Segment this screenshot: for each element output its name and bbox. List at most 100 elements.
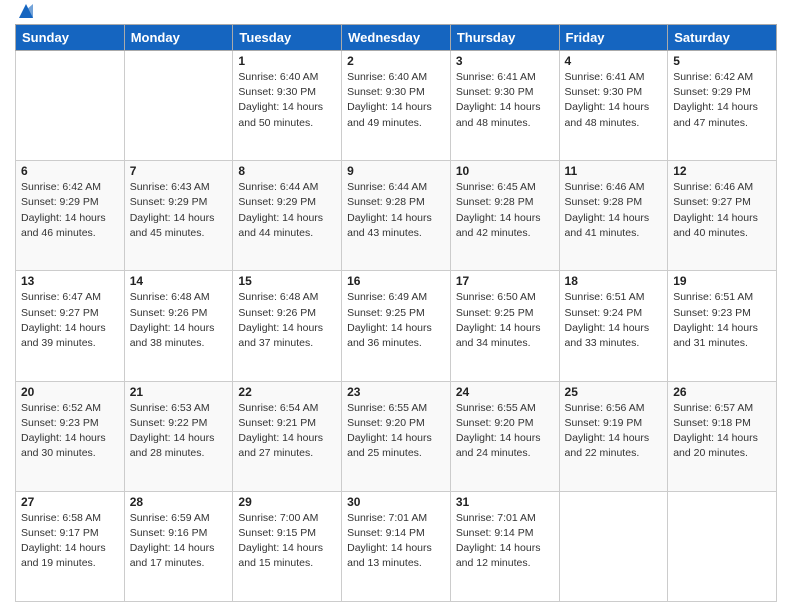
day-number: 28: [130, 495, 228, 509]
week-row-5: 27 Sunrise: 6:58 AM Sunset: 9:17 PM Dayl…: [16, 491, 777, 601]
day-header-monday: Monday: [124, 25, 233, 51]
sunrise-label: Sunrise: 6:47 AM: [21, 291, 101, 303]
sunset-label: Sunset: 9:27 PM: [673, 196, 751, 208]
day-number: 20: [21, 385, 119, 399]
sunset-label: Sunset: 9:15 PM: [238, 527, 316, 539]
day-cell: 18 Sunrise: 6:51 AM Sunset: 9:24 PM Dayl…: [559, 271, 668, 381]
day-cell: [16, 51, 125, 161]
day-info: Sunrise: 6:55 AM Sunset: 9:20 PM Dayligh…: [347, 401, 445, 462]
sunrise-label: Sunrise: 6:41 AM: [456, 71, 536, 83]
day-number: 7: [130, 164, 228, 178]
sunset-label: Sunset: 9:25 PM: [347, 307, 425, 319]
sunset-label: Sunset: 9:30 PM: [238, 86, 316, 98]
day-cell: 13 Sunrise: 6:47 AM Sunset: 9:27 PM Dayl…: [16, 271, 125, 381]
daylight-label: Daylight: 14 hours and 49 minutes.: [347, 101, 432, 128]
daylight-label: Daylight: 14 hours and 17 minutes.: [130, 542, 215, 569]
day-number: 12: [673, 164, 771, 178]
day-cell: 12 Sunrise: 6:46 AM Sunset: 9:27 PM Dayl…: [668, 161, 777, 271]
sunrise-label: Sunrise: 6:51 AM: [673, 291, 753, 303]
sunrise-label: Sunrise: 7:01 AM: [347, 512, 427, 524]
day-number: 22: [238, 385, 336, 399]
day-info: Sunrise: 6:43 AM Sunset: 9:29 PM Dayligh…: [130, 180, 228, 241]
calendar-header-row: SundayMondayTuesdayWednesdayThursdayFrid…: [16, 25, 777, 51]
day-info: Sunrise: 6:40 AM Sunset: 9:30 PM Dayligh…: [238, 70, 336, 131]
day-cell: 30 Sunrise: 7:01 AM Sunset: 9:14 PM Dayl…: [342, 491, 451, 601]
daylight-label: Daylight: 14 hours and 36 minutes.: [347, 322, 432, 349]
day-info: Sunrise: 7:00 AM Sunset: 9:15 PM Dayligh…: [238, 511, 336, 572]
day-cell: 28 Sunrise: 6:59 AM Sunset: 9:16 PM Dayl…: [124, 491, 233, 601]
day-cell: 8 Sunrise: 6:44 AM Sunset: 9:29 PM Dayli…: [233, 161, 342, 271]
sunset-label: Sunset: 9:18 PM: [673, 417, 751, 429]
sunset-label: Sunset: 9:30 PM: [347, 86, 425, 98]
sunrise-label: Sunrise: 6:45 AM: [456, 181, 536, 193]
week-row-1: 1 Sunrise: 6:40 AM Sunset: 9:30 PM Dayli…: [16, 51, 777, 161]
daylight-label: Daylight: 14 hours and 19 minutes.: [21, 542, 106, 569]
header: [15, 10, 777, 16]
sunset-label: Sunset: 9:16 PM: [130, 527, 208, 539]
sunset-label: Sunset: 9:27 PM: [21, 307, 99, 319]
calendar-table: SundayMondayTuesdayWednesdayThursdayFrid…: [15, 24, 777, 602]
sunrise-label: Sunrise: 6:51 AM: [565, 291, 645, 303]
day-number: 25: [565, 385, 663, 399]
day-info: Sunrise: 6:44 AM Sunset: 9:28 PM Dayligh…: [347, 180, 445, 241]
sunset-label: Sunset: 9:19 PM: [565, 417, 643, 429]
day-cell: 19 Sunrise: 6:51 AM Sunset: 9:23 PM Dayl…: [668, 271, 777, 381]
day-number: 31: [456, 495, 554, 509]
sunset-label: Sunset: 9:29 PM: [238, 196, 316, 208]
day-cell: 17 Sunrise: 6:50 AM Sunset: 9:25 PM Dayl…: [450, 271, 559, 381]
day-info: Sunrise: 6:48 AM Sunset: 9:26 PM Dayligh…: [130, 290, 228, 351]
daylight-label: Daylight: 14 hours and 43 minutes.: [347, 212, 432, 239]
daylight-label: Daylight: 14 hours and 42 minutes.: [456, 212, 541, 239]
sunrise-label: Sunrise: 6:40 AM: [347, 71, 427, 83]
day-info: Sunrise: 6:44 AM Sunset: 9:29 PM Dayligh…: [238, 180, 336, 241]
day-info: Sunrise: 7:01 AM Sunset: 9:14 PM Dayligh…: [456, 511, 554, 572]
day-cell: 1 Sunrise: 6:40 AM Sunset: 9:30 PM Dayli…: [233, 51, 342, 161]
day-number: 10: [456, 164, 554, 178]
day-info: Sunrise: 6:52 AM Sunset: 9:23 PM Dayligh…: [21, 401, 119, 462]
day-number: 5: [673, 54, 771, 68]
day-header-sunday: Sunday: [16, 25, 125, 51]
sunrise-label: Sunrise: 6:53 AM: [130, 402, 210, 414]
sunrise-label: Sunrise: 6:57 AM: [673, 402, 753, 414]
sunset-label: Sunset: 9:20 PM: [456, 417, 534, 429]
day-cell: [668, 491, 777, 601]
day-number: 21: [130, 385, 228, 399]
daylight-label: Daylight: 14 hours and 37 minutes.: [238, 322, 323, 349]
daylight-label: Daylight: 14 hours and 12 minutes.: [456, 542, 541, 569]
day-number: 3: [456, 54, 554, 68]
day-info: Sunrise: 6:45 AM Sunset: 9:28 PM Dayligh…: [456, 180, 554, 241]
sunrise-label: Sunrise: 6:44 AM: [347, 181, 427, 193]
sunrise-label: Sunrise: 6:56 AM: [565, 402, 645, 414]
sunrise-label: Sunrise: 6:46 AM: [565, 181, 645, 193]
sunrise-label: Sunrise: 6:41 AM: [565, 71, 645, 83]
sunrise-label: Sunrise: 6:52 AM: [21, 402, 101, 414]
day-info: Sunrise: 6:53 AM Sunset: 9:22 PM Dayligh…: [130, 401, 228, 462]
day-cell: 11 Sunrise: 6:46 AM Sunset: 9:28 PM Dayl…: [559, 161, 668, 271]
day-number: 9: [347, 164, 445, 178]
day-header-tuesday: Tuesday: [233, 25, 342, 51]
sunrise-label: Sunrise: 6:42 AM: [673, 71, 753, 83]
day-info: Sunrise: 6:47 AM Sunset: 9:27 PM Dayligh…: [21, 290, 119, 351]
day-number: 6: [21, 164, 119, 178]
daylight-label: Daylight: 14 hours and 25 minutes.: [347, 432, 432, 459]
day-number: 30: [347, 495, 445, 509]
day-cell: 27 Sunrise: 6:58 AM Sunset: 9:17 PM Dayl…: [16, 491, 125, 601]
day-header-saturday: Saturday: [668, 25, 777, 51]
day-cell: [124, 51, 233, 161]
sunset-label: Sunset: 9:25 PM: [456, 307, 534, 319]
daylight-label: Daylight: 14 hours and 13 minutes.: [347, 542, 432, 569]
day-number: 15: [238, 274, 336, 288]
logo-icon: [17, 2, 35, 20]
daylight-label: Daylight: 14 hours and 47 minutes.: [673, 101, 758, 128]
day-number: 27: [21, 495, 119, 509]
sunrise-label: Sunrise: 6:48 AM: [238, 291, 318, 303]
sunrise-label: Sunrise: 6:44 AM: [238, 181, 318, 193]
sunset-label: Sunset: 9:29 PM: [673, 86, 751, 98]
sunrise-label: Sunrise: 6:50 AM: [456, 291, 536, 303]
day-cell: 5 Sunrise: 6:42 AM Sunset: 9:29 PM Dayli…: [668, 51, 777, 161]
sunset-label: Sunset: 9:29 PM: [130, 196, 208, 208]
day-cell: 10 Sunrise: 6:45 AM Sunset: 9:28 PM Dayl…: [450, 161, 559, 271]
day-info: Sunrise: 6:42 AM Sunset: 9:29 PM Dayligh…: [21, 180, 119, 241]
day-cell: 21 Sunrise: 6:53 AM Sunset: 9:22 PM Dayl…: [124, 381, 233, 491]
daylight-label: Daylight: 14 hours and 20 minutes.: [673, 432, 758, 459]
